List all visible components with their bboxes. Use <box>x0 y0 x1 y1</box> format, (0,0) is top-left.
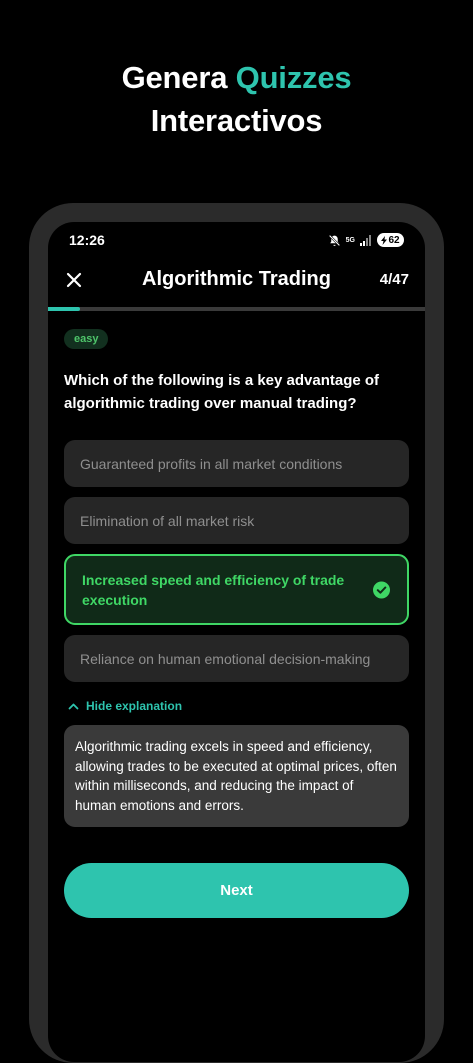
network-5g-icon: 5G <box>345 236 355 244</box>
check-circle-icon <box>373 581 390 598</box>
mute-icon <box>328 234 341 247</box>
status-bar: 12:26 5G 62 <box>48 222 425 258</box>
phone-screen: 12:26 5G 62 Algorithmic Trading 4/47 eas… <box>48 222 425 1062</box>
answer-option-1[interactable]: Guaranteed profits in all market conditi… <box>64 440 409 487</box>
question-progress-count: 4/47 <box>379 271 409 288</box>
battery-charging-icon: 62 <box>377 233 404 247</box>
status-time: 12:26 <box>69 232 105 248</box>
answer-option-3-correct[interactable]: Increased speed and efficiency of trade … <box>64 554 409 625</box>
promo-headline-text: Genera <box>121 60 236 95</box>
answer-option-4[interactable]: Reliance on human emotional decision-mak… <box>64 635 409 682</box>
question-text: Which of the following is a key advantag… <box>64 372 380 412</box>
quiz-title: Algorithmic Trading <box>142 268 331 290</box>
difficulty-badge: easy <box>64 329 109 349</box>
promo-headline-line-2: Interactivos <box>150 103 323 138</box>
promo-headline: Genera Quizzes Interactivos <box>0 56 473 142</box>
answer-option-label: Elimination of all market risk <box>80 512 255 529</box>
hide-explanation-toggle[interactable]: Hide explanation <box>68 699 182 713</box>
signal-icon <box>360 234 372 246</box>
phone-frame: 12:26 5G 62 Algorithmic Trading 4/47 eas… <box>29 203 444 1063</box>
explanation-text: Algorithmic trading excels in speed and … <box>75 739 397 813</box>
answer-option-label: Guaranteed profits in all market conditi… <box>80 455 343 472</box>
answer-option-2[interactable]: Elimination of all market risk <box>64 497 409 544</box>
promo-headline-line-1: Genera Quizzes <box>0 56 473 99</box>
status-icons: 5G 62 <box>328 232 404 248</box>
quiz-progress-fill <box>48 307 81 311</box>
hide-explanation-label: Hide explanation <box>86 699 183 713</box>
quiz-header: Algorithmic Trading 4/47 <box>48 262 425 298</box>
answer-option-label: Increased speed and efficiency of trade … <box>82 571 345 608</box>
battery-level: 62 <box>388 234 400 246</box>
chevron-up-icon <box>68 699 79 713</box>
explanation-box: Algorithmic trading excels in speed and … <box>64 725 409 828</box>
promo-headline-accent: Quizzes <box>235 60 352 95</box>
quiz-progress-bar <box>48 307 425 311</box>
next-button-label: Next <box>220 882 253 899</box>
next-button[interactable]: Next <box>64 863 409 918</box>
answer-option-label: Reliance on human emotional decision-mak… <box>80 650 371 667</box>
